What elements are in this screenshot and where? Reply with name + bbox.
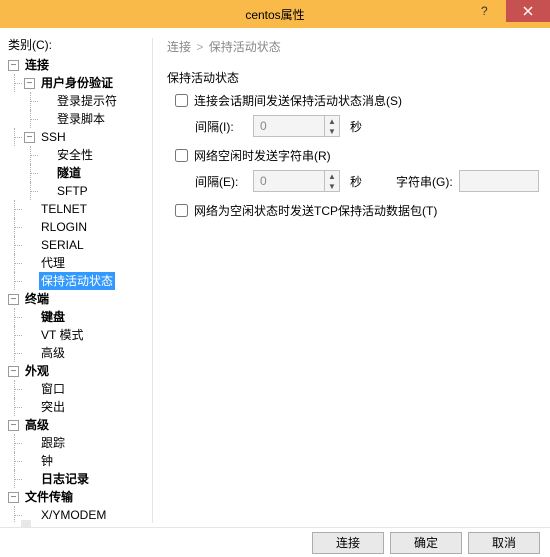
breadcrumb-current: 保持活动状态 <box>209 40 281 54</box>
seconds-unit: 秒 <box>350 118 362 135</box>
settings-pane: 连接 > 保持活动状态 保持活动状态 连接会话期间发送保持活动状态消息(S) 间… <box>153 28 550 527</box>
spinner-up-icon[interactable]: ▲ <box>325 171 339 181</box>
tree-node[interactable]: 登录脚本 <box>55 110 107 128</box>
send-keepalive-label: 连接会话期间发送保持活动状态消息(S) <box>194 92 402 109</box>
connect-button[interactable]: 连接 <box>312 532 384 554</box>
tree-node[interactable]: SERIAL <box>39 236 86 254</box>
interval-i-label: 间隔(I): <box>195 118 247 135</box>
tree-node[interactable]: 钟 <box>39 452 55 470</box>
expand-icon[interactable]: − <box>24 78 35 89</box>
interval-e-label: 间隔(E): <box>195 173 247 190</box>
tree-node[interactable]: RLOGIN <box>39 218 89 236</box>
tree-node[interactable]: 突出 <box>39 398 67 416</box>
tree-node[interactable]: X/YMODEM <box>39 506 108 523</box>
tree-node[interactable]: 高级 <box>39 344 67 362</box>
help-button[interactable]: ? <box>462 0 506 22</box>
close-button[interactable] <box>506 0 550 22</box>
tree-node[interactable]: 键盘 <box>39 308 67 326</box>
category-tree[interactable]: −连接 −用户身份验证 登录提示符 登录脚本 −SSH 安 <box>8 56 150 523</box>
tree-node[interactable]: 窗口 <box>39 380 67 398</box>
tree-node-keepalive[interactable]: 保持活动状态 <box>39 272 115 290</box>
expand-icon[interactable]: − <box>24 132 35 143</box>
send-string-checkbox[interactable] <box>175 149 188 162</box>
send-keepalive-checkbox[interactable] <box>175 94 188 107</box>
tree-node[interactable]: 外观 <box>23 362 51 380</box>
spinner-down-icon[interactable]: ▼ <box>325 181 339 191</box>
expand-icon[interactable]: − <box>8 60 19 71</box>
tree-node[interactable]: 安全性 <box>55 146 95 164</box>
category-label: 类别(C): <box>8 36 52 53</box>
tcp-keepalive-checkbox[interactable] <box>175 204 188 217</box>
interval-e-input[interactable] <box>254 171 324 191</box>
seconds-unit: 秒 <box>350 173 362 190</box>
tree-node[interactable]: 隧道 <box>55 164 83 182</box>
tree-node-connection[interactable]: 连接 <box>23 56 51 74</box>
send-string-label: 网络空闲时发送字符串(R) <box>194 147 331 164</box>
spinner-up-icon[interactable]: ▲ <box>325 116 339 126</box>
ok-button[interactable]: 确定 <box>390 532 462 554</box>
tree-node[interactable]: 日志记录 <box>39 470 91 488</box>
dialog-footer: 连接 确定 取消 <box>0 527 550 557</box>
tree-node[interactable]: 代理 <box>39 254 67 272</box>
tree-node[interactable]: SSH <box>39 128 68 146</box>
svg-text:?: ? <box>481 5 488 17</box>
interval-i-input[interactable] <box>254 116 324 136</box>
title-bar: centos属性 ? <box>0 0 550 28</box>
expand-icon[interactable]: − <box>8 294 19 305</box>
expand-icon[interactable]: − <box>8 420 19 431</box>
string-g-label: 字符串(G): <box>396 173 453 190</box>
group-title: 保持活动状态 <box>167 69 540 86</box>
breadcrumb-link[interactable]: 连接 <box>167 40 191 54</box>
tcp-keepalive-label: 网络为空闲状态时发送TCP保持活动数据包(T) <box>194 202 437 219</box>
tree-node[interactable]: TELNET <box>39 200 89 218</box>
tree-node[interactable]: 文件传输 <box>23 488 75 506</box>
expand-icon[interactable]: − <box>8 366 19 377</box>
tree-node[interactable]: 跟踪 <box>39 434 67 452</box>
expand-icon[interactable]: − <box>8 492 19 503</box>
interval-e-spinner[interactable]: ▲▼ <box>253 170 340 192</box>
tree-node[interactable]: 终端 <box>23 290 51 308</box>
tree-node[interactable]: 用户身份验证 <box>39 74 115 92</box>
tree-node[interactable]: SFTP <box>55 182 90 200</box>
interval-i-spinner[interactable]: ▲▼ <box>253 115 340 137</box>
breadcrumb: 连接 > 保持活动状态 <box>167 38 540 55</box>
tree-node[interactable]: 高级 <box>23 416 51 434</box>
tree-node[interactable]: VT 模式 <box>39 326 85 344</box>
category-tree-pane: −连接 −用户身份验证 登录提示符 登录脚本 −SSH 安 <box>0 28 152 527</box>
cancel-button[interactable]: 取消 <box>468 532 540 554</box>
tree-node[interactable]: 登录提示符 <box>55 92 119 110</box>
window-title: centos属性 <box>245 6 304 23</box>
spinner-down-icon[interactable]: ▼ <box>325 126 339 136</box>
string-g-input[interactable] <box>459 170 539 192</box>
